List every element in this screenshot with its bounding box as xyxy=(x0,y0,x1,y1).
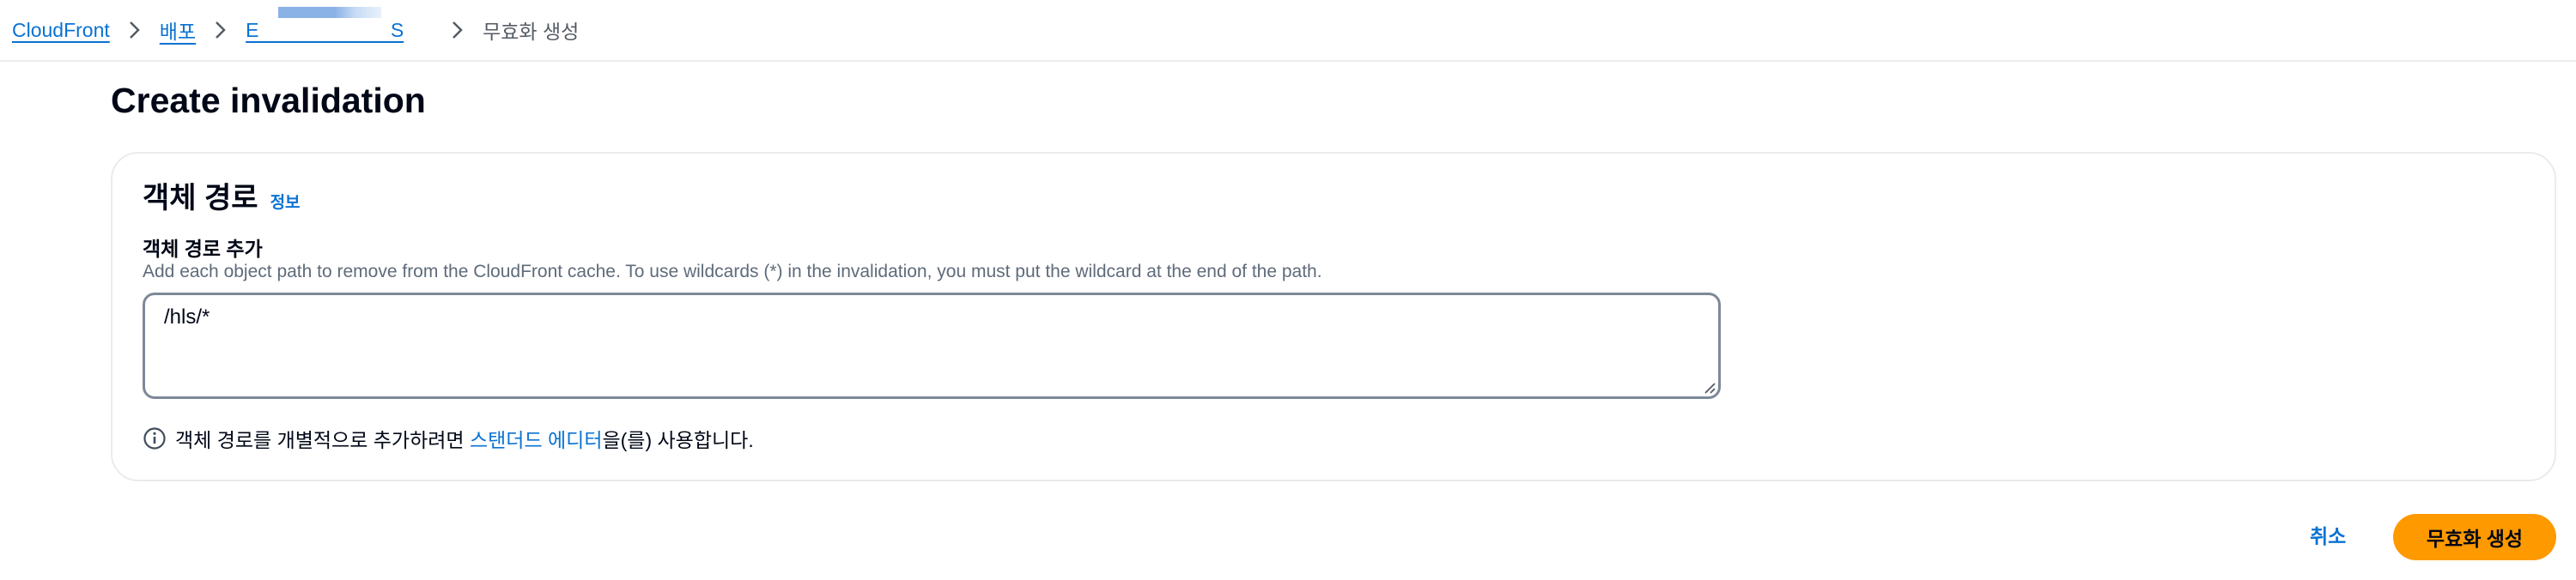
object-paths-container: 객체 경로 정보 객체 경로 추가 Add each object path t… xyxy=(111,152,2556,481)
standard-editor-link[interactable]: 스탠더드 에디터 xyxy=(470,424,603,453)
info-link[interactable]: 정보 xyxy=(270,190,301,213)
breadcrumb-distributions-link[interactable]: 배포 xyxy=(160,15,196,45)
cancel-button[interactable]: 취소 xyxy=(2310,515,2346,558)
breadcrumb-distribution-id: E S xyxy=(246,6,433,42)
field-description: Add each object path to remove from the … xyxy=(143,262,1322,281)
info-circle-icon xyxy=(143,427,166,450)
resize-handle-icon[interactable] xyxy=(1702,380,1716,394)
container-header: 객체 경로 정보 xyxy=(143,174,301,216)
create-invalidation-button[interactable]: 무효화 생성 xyxy=(2393,514,2556,560)
page-title: Create invalidation xyxy=(111,81,426,120)
chevron-right-icon xyxy=(433,17,483,43)
chevron-right-icon xyxy=(110,17,160,43)
breadcrumb: CloudFront 배포 E S 무효화 생성 xyxy=(12,0,579,60)
object-paths-textarea[interactable]: /hls/* xyxy=(143,293,1721,399)
help-text-suffix: 을(를) 사용합니다. xyxy=(602,429,754,451)
breadcrumb-cloudfront-link[interactable]: CloudFront xyxy=(12,19,110,42)
help-text-prefix: 객체 경로를 개별적으로 추가하려면 xyxy=(175,429,470,451)
breadcrumb-distribution-link[interactable]: E S xyxy=(246,19,404,41)
field-label: 객체 경로 추가 xyxy=(143,238,263,260)
help-row: 객체 경로를 개별적으로 추가하려면 스탠더드 에디터 을(를) 사용합니다. xyxy=(143,424,754,453)
breadcrumb-current: 무효화 생성 xyxy=(483,21,580,43)
chevron-right-icon xyxy=(196,17,246,43)
object-paths-field: /hls/* xyxy=(143,293,1721,399)
redaction-mask xyxy=(278,6,382,18)
container-title: 객체 경로 xyxy=(143,182,258,214)
header-divider xyxy=(0,60,2576,62)
